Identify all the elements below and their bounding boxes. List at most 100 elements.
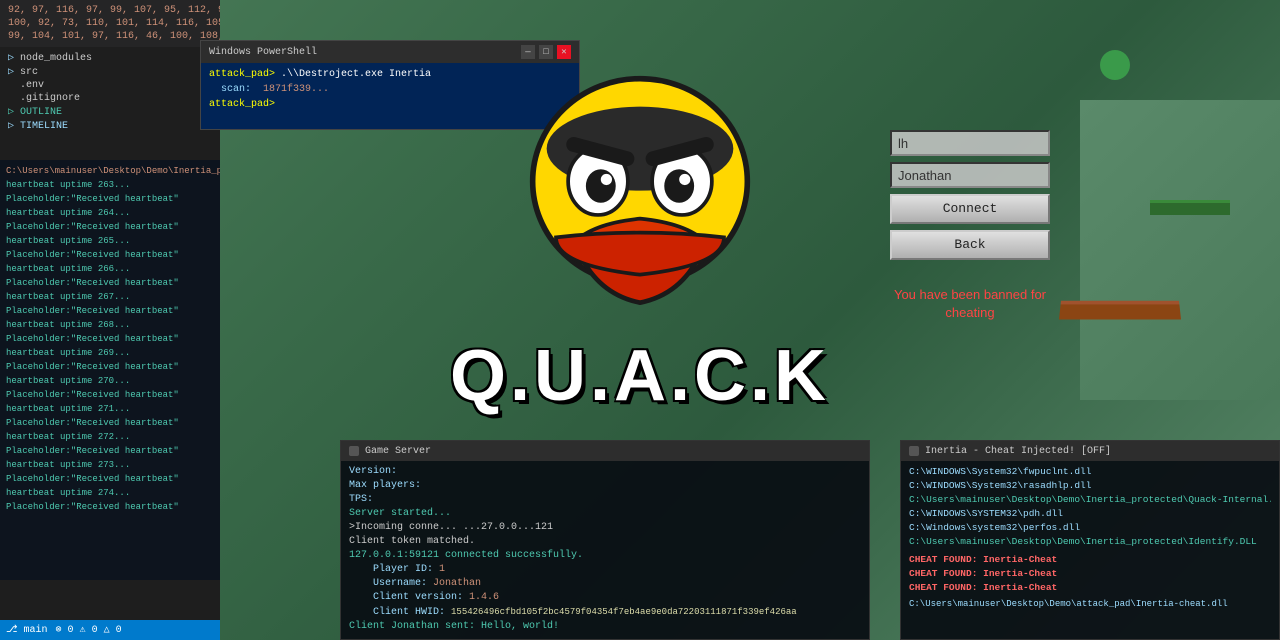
back-button[interactable]: Back [890,230,1050,260]
cheat-found-3: CHEAT FOUND: Inertia-Cheat [909,581,1271,595]
powershell-window: Windows PowerShell — □ ✕ attack_pad> .\\… [200,40,580,130]
heartbeat-264: heartbeat uptime 264... [6,206,214,220]
client-message-text: Client Jonathan sent: Hello, world! [349,621,559,632]
window-controls: — □ ✕ [521,45,571,59]
heartbeat-265: heartbeat uptime 265... [6,234,214,248]
dll-line-1: C:\WINDOWS\System32\fwpuclnt.dll [909,465,1271,479]
cheat-terminal-icon [909,446,919,456]
code-line-3: 99, 104, 101, 97, 116, 46, 100, 108, 108 [0,30,220,43]
heartbeat-271: heartbeat uptime 271... [6,402,214,416]
game-platform-2 [1150,200,1230,215]
outline-section[interactable]: ▷ OUTLINE [0,105,220,119]
server-started-text: Server started... [349,508,451,519]
heartbeat-terminal: C:\Users\mainuser\Desktop\Demo\Inertia_p… [0,160,220,580]
client-version-value: 1.4.6 [469,592,499,603]
dll-line-6: C:\Users\mainuser\Desktop\Demo\Inertia_p… [909,535,1271,549]
heartbeat-placeholder-270: Placeholder:"Received heartbeat" [6,388,214,402]
gs-max-players: Max players: [349,479,861,493]
heartbeat-placeholder-268: Placeholder:"Received heartbeat" [6,332,214,346]
maximize-button[interactable]: □ [539,45,553,59]
terminal-path: C:\Users\mainuser\Desktop\Demo\Inertia_p… [6,164,214,178]
folder-node-modules[interactable]: ▷ node_modules [0,51,220,65]
heartbeat-placeholder-274: Placeholder:"Received heartbeat" [6,500,214,514]
ps-cmd-1: .\\Destroject.exe Inertia [281,69,431,80]
file-env[interactable]: .env [0,79,220,92]
game-server-content: Version: Max players: TPS: Server starte… [341,461,869,638]
attack-pad-path: C:\Users\mainuser\Desktop\Demo\attack_pa… [909,597,1271,611]
player-id-value: 1 [439,564,445,575]
hwid-value: 155426496cfbd105f2bc4579f04354f7eb4ae9e0… [451,607,797,617]
heartbeat-272: heartbeat uptime 272... [6,430,214,444]
close-button[interactable]: ✕ [557,45,571,59]
powershell-titlebar: Windows PowerShell — □ ✕ [201,41,579,63]
username-input[interactable] [890,162,1050,188]
heartbeat-placeholder-269: Placeholder:"Received heartbeat" [6,360,214,374]
heartbeat-270: heartbeat uptime 270... [6,374,214,388]
gs-token: Client token matched. [349,535,861,549]
incoming-conn-text: >Incoming conne... ...27.0.0...121 [349,522,553,533]
game-server-titlebar: Game Server [341,441,869,461]
ps-prompt-1: attack_pad> [209,69,275,80]
gs-connection-success: 127.0.0.1:59121 connected successfully. [349,549,861,563]
heartbeat-placeholder-266: Placeholder:"Received heartbeat" [6,276,214,290]
connect-button[interactable]: Connect [890,194,1050,224]
gs-incoming: >Incoming conne... ...27.0.0...121 [349,521,861,535]
ps-line-3: attack_pad> [209,97,571,112]
gs-client-message: Client Jonathan sent: Hello, world! [349,620,861,634]
heartbeat-267: heartbeat uptime 267... [6,290,214,304]
heartbeat-placeholder-265: Placeholder:"Received heartbeat" [6,248,214,262]
heartbeat-266: heartbeat uptime 266... [6,262,214,276]
heartbeat-placeholder-267: Placeholder:"Received heartbeat" [6,304,214,318]
gs-player-id: Player ID: 1 [349,563,861,577]
ps-line-1: attack_pad> .\\Destroject.exe Inertia [209,67,571,82]
heartbeat-placeholder-264: Placeholder:"Received heartbeat" [6,220,214,234]
gs-client-version: Client version: 1.4.6 [349,591,861,605]
connection-success-text: 127.0.0.1:59121 connected successfully. [349,550,583,561]
cheat-terminal-titlebar: Inertia - Cheat Injected! [OFF] [901,441,1279,461]
tps-label: TPS: [349,494,373,505]
gs-server-started: Server started... [349,507,861,521]
heartbeat-273: heartbeat uptime 273... [6,458,214,472]
ps-line-2: scan: 1871f339... [209,82,571,97]
heartbeat-placeholder-272: Placeholder:"Received heartbeat" [6,444,214,458]
game-server-title: Game Server [365,446,431,457]
terminal-icon [349,446,359,456]
heartbeat-269: heartbeat uptime 269... [6,346,214,360]
dll-line-5: C:\Windows\system32\perfos.dll [909,521,1271,535]
timeline-section[interactable]: ▷ TIMELINE [0,119,220,133]
gs-username: Username: Jonathan [349,577,861,591]
heartbeat-263: heartbeat uptime 263... [6,178,214,192]
heartbeat-placeholder-263: Placeholder:"Received heartbeat" [6,192,214,206]
gs-hwid: Client HWID: 155426496cfbd105f2bc4579f04… [349,605,861,620]
powershell-content: attack_pad> .\\Destroject.exe Inertia sc… [201,63,579,116]
cheat-found-section: CHEAT FOUND: Inertia-Cheat CHEAT FOUND: … [909,553,1271,595]
game-platform-1 [1059,301,1181,320]
minimize-button[interactable]: — [521,45,535,59]
heartbeat-placeholder-271: Placeholder:"Received heartbeat" [6,416,214,430]
username-value: Jonathan [433,578,481,589]
ps-prompt-2: attack_pad> [209,99,275,110]
heartbeat-268: heartbeat uptime 268... [6,318,214,332]
game-wall [1080,100,1280,400]
git-branch: ⎇ main [6,624,48,636]
dll-line-2: C:\WINDOWS\System32\rasadhlp.dll [909,479,1271,493]
game-server-terminal: Game Server Version: Max players: TPS: S… [340,440,870,640]
cheat-terminal: Inertia - Cheat Injected! [OFF] C:\WINDO… [900,440,1280,640]
game-decoration [1100,50,1130,80]
dll-line-3: C:\Users\mainuser\Desktop\Demo\Inertia_p… [909,493,1271,507]
dll-line-4: C:\WINDOWS\SYSTEM32\pdh.dll [909,507,1271,521]
code-line-1: 92, 97, 116, 97, 99, 107, 95, 112, 97, [0,4,220,17]
cheat-found-1: CHEAT FOUND: Inertia-Cheat [909,553,1271,567]
cheat-terminal-content: C:\WINDOWS\System32\fwpuclnt.dll C:\WIND… [901,461,1279,615]
server-input[interactable] [890,130,1050,156]
version-label: Version: [349,466,397,477]
game-login-panel: Connect Back You have been banned forche… [890,130,1050,322]
cheat-found-2: CHEAT FOUND: Inertia-Cheat [909,567,1271,581]
max-players-label: Max players: [349,480,421,491]
vscode-explorer: 92, 97, 116, 97, 99, 107, 95, 112, 97, 1… [0,0,220,47]
folder-src[interactable]: ▷ src [0,65,220,79]
token-matched-text: Client token matched. [349,536,475,547]
heartbeat-placeholder-273: Placeholder:"Received heartbeat" [6,472,214,486]
powershell-title: Windows PowerShell [209,47,317,58]
file-gitignore[interactable]: .gitignore [0,92,220,105]
